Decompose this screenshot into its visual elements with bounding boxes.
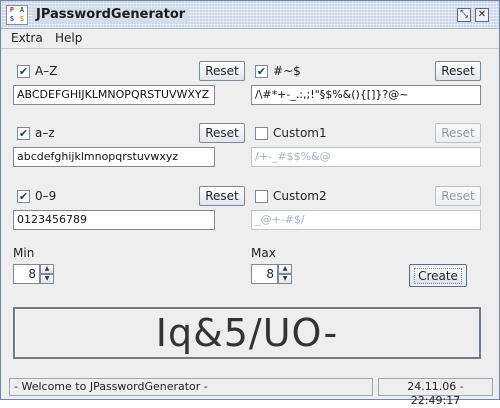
min-length-value[interactable]: 8	[13, 264, 40, 284]
lowercase-chars-field[interactable]: abcdefghijklmnopqrstuvwxyz	[13, 147, 215, 167]
status-datetime: 24.11.06 - 22:49:17	[378, 378, 493, 407]
custom2-label: Custom2	[273, 189, 327, 203]
special-chars-field[interactable]: /\#*+-_.:,;!"§$%&(){[]}?@~	[251, 85, 481, 105]
min-label: Min	[13, 246, 35, 260]
menu-extra[interactable]: Extra	[11, 31, 43, 45]
title-bar[interactable]: PASS JPasswordGenerator ⤡ ✕	[1, 1, 499, 29]
digits-reset-button[interactable]: Reset	[199, 186, 245, 206]
digits-checkbox[interactable]: ✔	[17, 190, 30, 203]
min-increment-icon[interactable]: ▲	[40, 264, 54, 274]
custom1-chars-field[interactable]: /+-_#$$%&@	[251, 147, 481, 167]
create-button-label: Create	[414, 267, 462, 284]
lowercase-checkbox[interactable]: ✔	[17, 127, 30, 140]
uppercase-chars-field[interactable]: ABCDEFGHIJKLMNOPQRSTUVWXYZ	[13, 85, 215, 105]
max-decrement-icon[interactable]: ▼	[278, 274, 292, 284]
menu-bar: Extra Help	[1, 29, 499, 48]
special-label: #~$	[273, 64, 301, 78]
app-window: PASS JPasswordGenerator ⤡ ✕ Extra Help ✔…	[0, 0, 500, 407]
lowercase-label: a–z	[35, 126, 55, 140]
custom1-label: Custom1	[273, 126, 327, 140]
uppercase-reset-button[interactable]: Reset	[199, 61, 245, 81]
close-icon[interactable]: ✕	[475, 8, 489, 22]
max-label: Max	[251, 246, 276, 260]
custom2-checkbox[interactable]	[255, 190, 268, 203]
main-panel: ✔ A–Z Reset ABCDEFGHIJKLMNOPQRSTUVWXYZ ✔…	[1, 48, 499, 378]
max-increment-icon[interactable]: ▲	[278, 264, 292, 274]
min-decrement-icon[interactable]: ▼	[40, 274, 54, 284]
digits-chars-field[interactable]: 0123456789	[13, 210, 215, 230]
lowercase-reset-button[interactable]: Reset	[199, 123, 245, 143]
custom1-checkbox[interactable]	[255, 127, 268, 140]
status-bar: - Welcome to JPasswordGenerator - 24.11.…	[1, 376, 499, 407]
uppercase-checkbox[interactable]: ✔	[17, 65, 30, 78]
max-length-value[interactable]: 8	[251, 264, 278, 284]
restore-icon[interactable]: ⤡	[457, 8, 471, 22]
custom2-chars-field[interactable]: _@+-#$/	[251, 210, 481, 230]
generated-password: Iq&5/UO-	[13, 307, 481, 359]
custom1-reset-button[interactable]: Reset	[435, 123, 481, 143]
app-logo-icon: PASS	[6, 5, 28, 25]
status-message: - Welcome to JPasswordGenerator -	[9, 378, 373, 396]
special-reset-button[interactable]: Reset	[435, 61, 481, 81]
max-length-spinner[interactable]: 8 ▲ ▼	[251, 264, 293, 284]
digits-label: 0–9	[35, 189, 57, 203]
window-title: JPasswordGenerator	[33, 7, 189, 22]
custom2-reset-button[interactable]: Reset	[435, 186, 481, 206]
special-checkbox[interactable]: ✔	[255, 65, 268, 78]
min-length-spinner[interactable]: 8 ▲ ▼	[13, 264, 55, 284]
create-button[interactable]: Create	[409, 264, 467, 287]
menu-help[interactable]: Help	[55, 31, 82, 45]
uppercase-label: A–Z	[35, 64, 58, 78]
